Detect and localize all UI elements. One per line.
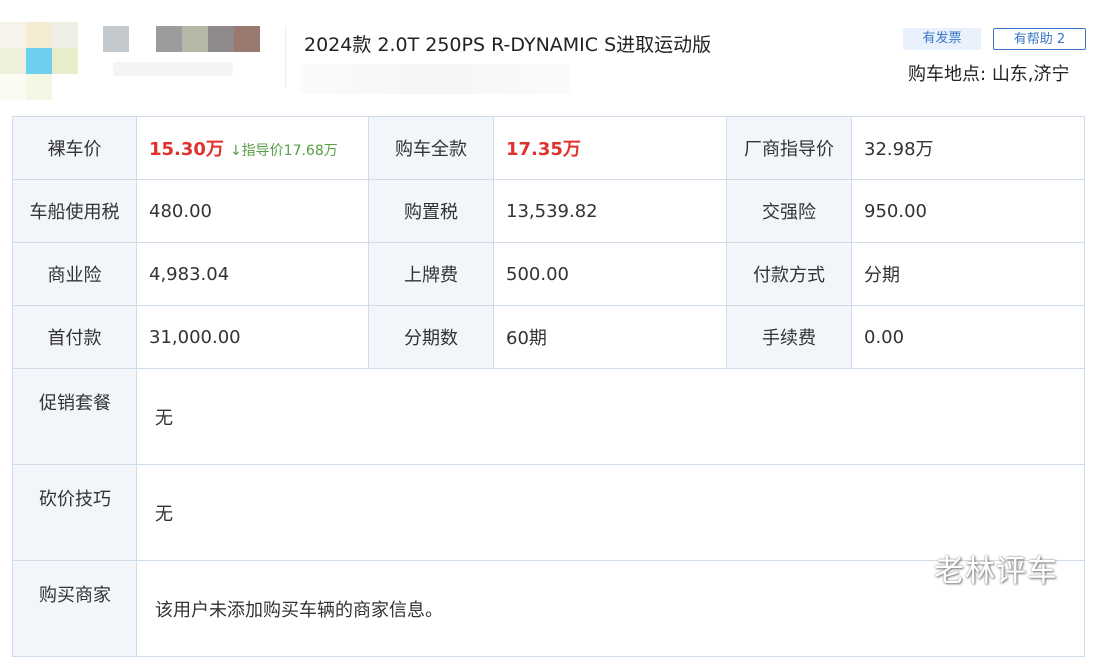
commercial-insurance-label: 商业险 bbox=[12, 242, 137, 306]
vehicle-tax-label: 车船使用税 bbox=[12, 179, 137, 243]
compulsory-insurance-label: 交强险 bbox=[726, 179, 852, 243]
vehicle-tax-value: 480.00 bbox=[136, 179, 369, 243]
installments-value: 60期 bbox=[493, 305, 727, 369]
price-detail-table: 裸车价 15.30万 ↓指导价17.68万 购车全款 17.35万 厂商指导价 3… bbox=[12, 116, 1085, 657]
commercial-insurance-value: 4,983.04 bbox=[136, 242, 369, 306]
bare-price-label: 裸车价 bbox=[12, 116, 137, 180]
dealer-label: 购买商家 bbox=[12, 560, 137, 657]
full-price-label: 购车全款 bbox=[368, 116, 494, 180]
location-value: 山东,济宁 bbox=[991, 64, 1070, 85]
payment-method-label: 付款方式 bbox=[726, 242, 852, 306]
header-divider bbox=[285, 26, 286, 88]
full-price-cell: 17.35万 bbox=[493, 116, 727, 180]
bare-price-value: 15.30万 bbox=[149, 139, 224, 160]
blurred-meta bbox=[300, 64, 570, 94]
car-model-title[interactable]: 2024款 2.0T 250PS R-DYNAMIC S进取运动版 bbox=[304, 30, 711, 57]
handling-fee-label: 手续费 bbox=[726, 305, 852, 369]
compulsory-insurance-value: 950.00 bbox=[851, 179, 1085, 243]
invoice-tag: 有发票 bbox=[903, 28, 981, 50]
plate-fee-label: 上牌费 bbox=[368, 242, 494, 306]
payment-method-value: 分期 bbox=[851, 242, 1085, 306]
promotion-label: 促销套餐 bbox=[12, 368, 137, 465]
guide-price-note: ↓指导价17.68万 bbox=[229, 143, 338, 159]
bare-price-cell: 15.30万 ↓指导价17.68万 bbox=[136, 116, 369, 180]
purchase-location: 购车地点: 山东,济宁 bbox=[908, 60, 1070, 86]
installments-label: 分期数 bbox=[368, 305, 494, 369]
down-payment-value: 31,000.00 bbox=[136, 305, 369, 369]
table-row: 商业险 4,983.04 上牌费 500.00 付款方式 分期 bbox=[12, 242, 1085, 306]
purchase-tax-label: 购置税 bbox=[368, 179, 494, 243]
table-row: 购买商家 该用户未添加购买车辆的商家信息。 bbox=[12, 560, 1085, 657]
user-avatar[interactable] bbox=[0, 22, 80, 102]
msrp-label: 厂商指导价 bbox=[726, 116, 852, 180]
table-row: 首付款 31,000.00 分期数 60期 手续费 0.00 bbox=[12, 305, 1085, 369]
promotion-value: 无 bbox=[136, 368, 1085, 465]
table-row: 车船使用税 480.00 购置税 13,539.82 交强险 950.00 bbox=[12, 179, 1085, 243]
review-header: 2024款 2.0T 250PS R-DYNAMIC S进取运动版 有发票 有帮… bbox=[0, 0, 1093, 115]
down-payment-label: 首付款 bbox=[12, 305, 137, 369]
helpful-button[interactable]: 有帮助 2 bbox=[993, 28, 1086, 50]
handling-fee-value: 0.00 bbox=[851, 305, 1085, 369]
purchase-tax-value: 13,539.82 bbox=[493, 179, 727, 243]
plate-fee-value: 500.00 bbox=[493, 242, 727, 306]
user-name-blurred[interactable] bbox=[103, 26, 273, 86]
full-price-value: 17.35万 bbox=[506, 139, 581, 160]
location-label: 购车地点: bbox=[908, 64, 987, 85]
table-row: 裸车价 15.30万 ↓指导价17.68万 购车全款 17.35万 厂商指导价 3… bbox=[12, 116, 1085, 180]
table-row: 砍价技巧 无 bbox=[12, 464, 1085, 561]
watermark: 老林评车 bbox=[934, 554, 1058, 589]
table-row: 促销套餐 无 bbox=[12, 368, 1085, 465]
msrp-value: 32.98万 bbox=[851, 116, 1085, 180]
bargain-label: 砍价技巧 bbox=[12, 464, 137, 561]
